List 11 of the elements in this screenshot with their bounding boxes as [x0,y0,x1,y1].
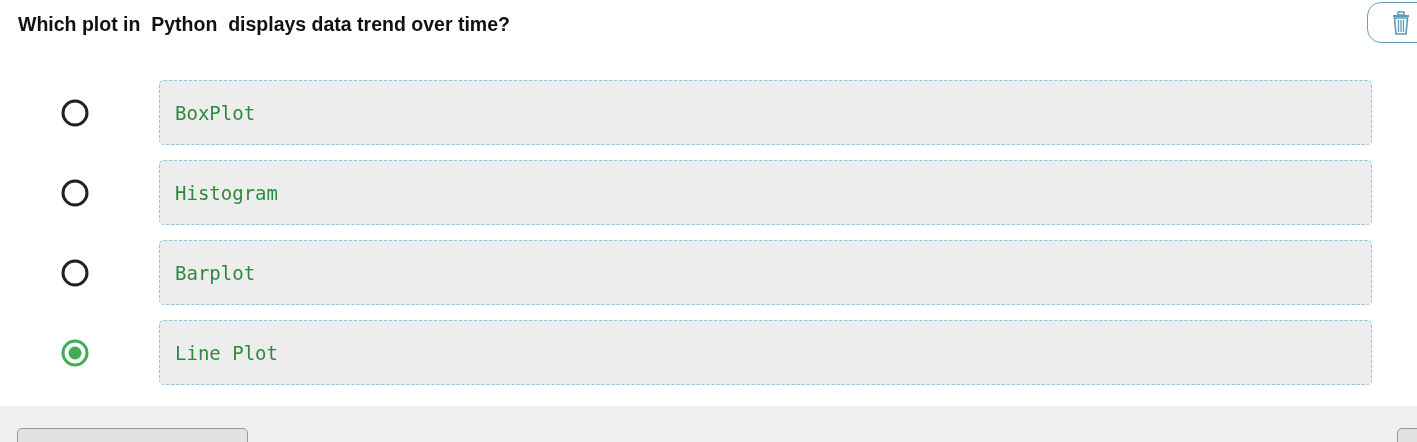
delete-button[interactable] [1367,2,1417,43]
radio-button[interactable] [61,338,89,367]
answer-option[interactable]: Barplot [159,240,1372,305]
radio-button[interactable] [61,258,89,287]
question-text: Which plot in Python displays data trend over time? [18,13,510,36]
answer-option[interactable]: Histogram [159,160,1372,225]
radio-button[interactable] [61,178,89,207]
trash-icon [1392,10,1410,35]
answer-option[interactable]: Line Plot [159,320,1372,385]
answer-option[interactable]: BoxPlot [159,80,1372,145]
radio-button[interactable] [61,98,89,127]
